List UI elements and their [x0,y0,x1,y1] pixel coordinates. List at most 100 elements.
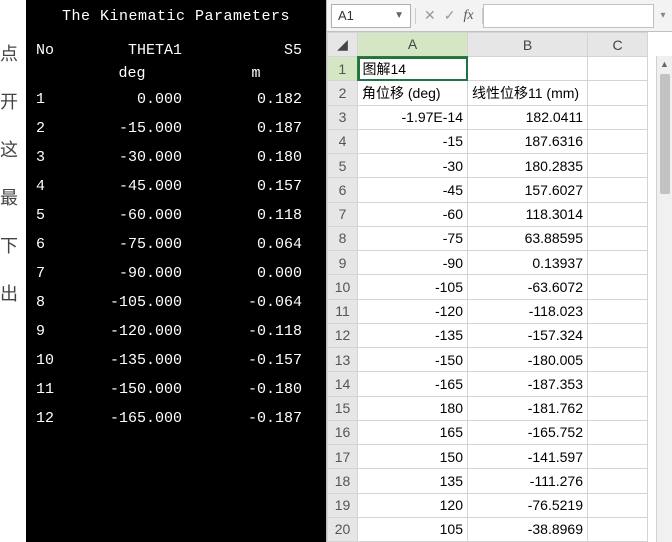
row-header[interactable]: 4 [328,129,358,153]
cell[interactable]: -120 [358,299,468,323]
cell[interactable]: -118.023 [468,299,588,323]
cell[interactable] [588,105,648,129]
table-row[interactable]: 3-1.97E-14182.0411 [328,105,648,129]
cell[interactable]: 线性位移11 (mm) [468,81,588,105]
cell[interactable] [588,154,648,178]
cell[interactable]: -111.276 [468,469,588,493]
row-header[interactable]: 3 [328,105,358,129]
row-header[interactable]: 12 [328,323,358,347]
table-row[interactable]: 6-45157.6027 [328,178,648,202]
table-row[interactable]: 15180-181.762 [328,396,648,420]
row-header[interactable]: 13 [328,348,358,372]
cell[interactable] [468,57,588,81]
table-row[interactable]: 8-7563.88595 [328,226,648,250]
table-row[interactable]: 7-60118.3014 [328,202,648,226]
table-row[interactable]: 5-30180.2835 [328,154,648,178]
cell[interactable]: 182.0411 [468,105,588,129]
cell[interactable]: 105 [358,517,468,541]
cell[interactable] [588,57,648,81]
cell[interactable]: -30 [358,154,468,178]
table-row[interactable]: 16165-165.752 [328,420,648,444]
scroll-thumb[interactable] [660,74,670,194]
cell[interactable]: 135 [358,469,468,493]
table-row[interactable]: 17150-141.597 [328,445,648,469]
accept-button[interactable]: ✓ [444,7,456,24]
cell[interactable] [588,396,648,420]
row-header[interactable]: 20 [328,517,358,541]
cell[interactable] [588,493,648,517]
cell[interactable]: -60 [358,202,468,226]
cell[interactable] [588,129,648,153]
table-row[interactable]: 18135-111.276 [328,469,648,493]
row-header[interactable]: 6 [328,178,358,202]
table-row[interactable]: 9-900.13937 [328,251,648,275]
spreadsheet-grid[interactable]: ◢ A B C 1图解142角位移 (deg)线性位移11 (mm)3-1.97… [327,32,648,542]
cell[interactable] [588,348,648,372]
cell[interactable]: -15 [358,129,468,153]
row-header[interactable]: 15 [328,396,358,420]
cell[interactable]: -135 [358,323,468,347]
cell[interactable] [588,372,648,396]
row-header[interactable]: 2 [328,81,358,105]
row-header[interactable]: 5 [328,154,358,178]
cell[interactable]: -187.353 [468,372,588,396]
cell[interactable]: -90 [358,251,468,275]
cell[interactable]: 165 [358,420,468,444]
cell[interactable]: -180.005 [468,348,588,372]
table-row[interactable]: 2角位移 (deg)线性位移11 (mm) [328,81,648,105]
cell[interactable] [588,323,648,347]
table-row[interactable]: 13-150-180.005 [328,348,648,372]
cell[interactable] [588,275,648,299]
cell[interactable]: -105 [358,275,468,299]
row-header[interactable]: 19 [328,493,358,517]
cell[interactable]: 角位移 (deg) [358,81,468,105]
cell[interactable]: -165.752 [468,420,588,444]
cell[interactable]: -157.324 [468,323,588,347]
select-all-corner[interactable]: ◢ [328,33,358,57]
row-header[interactable]: 9 [328,251,358,275]
table-row[interactable]: 4-15187.6316 [328,129,648,153]
cell[interactable] [588,299,648,323]
cell[interactable]: 157.6027 [468,178,588,202]
cell[interactable]: -181.762 [468,396,588,420]
expand-icon[interactable]: ▾ [658,10,672,21]
cancel-button[interactable]: ✕ [424,7,436,24]
cell[interactable]: -141.597 [468,445,588,469]
row-header[interactable]: 18 [328,469,358,493]
row-header[interactable]: 10 [328,275,358,299]
cell[interactable]: -165 [358,372,468,396]
row-header[interactable]: 7 [328,202,358,226]
cell[interactable] [588,420,648,444]
table-row[interactable]: 10-105-63.6072 [328,275,648,299]
cell[interactable]: 0.13937 [468,251,588,275]
cell[interactable] [588,81,648,105]
table-row[interactable]: 11-120-118.023 [328,299,648,323]
col-header-b[interactable]: B [468,33,588,57]
scroll-up-icon[interactable]: ▲ [660,56,669,72]
cell[interactable] [588,445,648,469]
cell[interactable] [588,202,648,226]
table-row[interactable]: 14-165-187.353 [328,372,648,396]
row-header[interactable]: 11 [328,299,358,323]
cell[interactable]: 180.2835 [468,154,588,178]
cell[interactable]: -76.5219 [468,493,588,517]
table-row[interactable]: 12-135-157.324 [328,323,648,347]
cell[interactable]: 图解14 [358,57,468,81]
cell[interactable]: 63.88595 [468,226,588,250]
cell[interactable] [588,178,648,202]
formula-input[interactable] [483,4,654,28]
cell[interactable]: 187.6316 [468,129,588,153]
row-header[interactable]: 16 [328,420,358,444]
row-header[interactable]: 1 [328,57,358,81]
fx-icon[interactable]: fx [463,8,473,24]
col-header-c[interactable]: C [588,33,648,57]
cell[interactable]: 120 [358,493,468,517]
cell[interactable]: 180 [358,396,468,420]
table-row[interactable]: 20105-38.8969 [328,517,648,541]
cell[interactable]: -75 [358,226,468,250]
cell[interactable]: -38.8969 [468,517,588,541]
cell[interactable]: -45 [358,178,468,202]
name-box[interactable]: A1 ▼ [331,4,411,28]
cell[interactable]: -1.97E-14 [358,105,468,129]
cell[interactable]: -63.6072 [468,275,588,299]
